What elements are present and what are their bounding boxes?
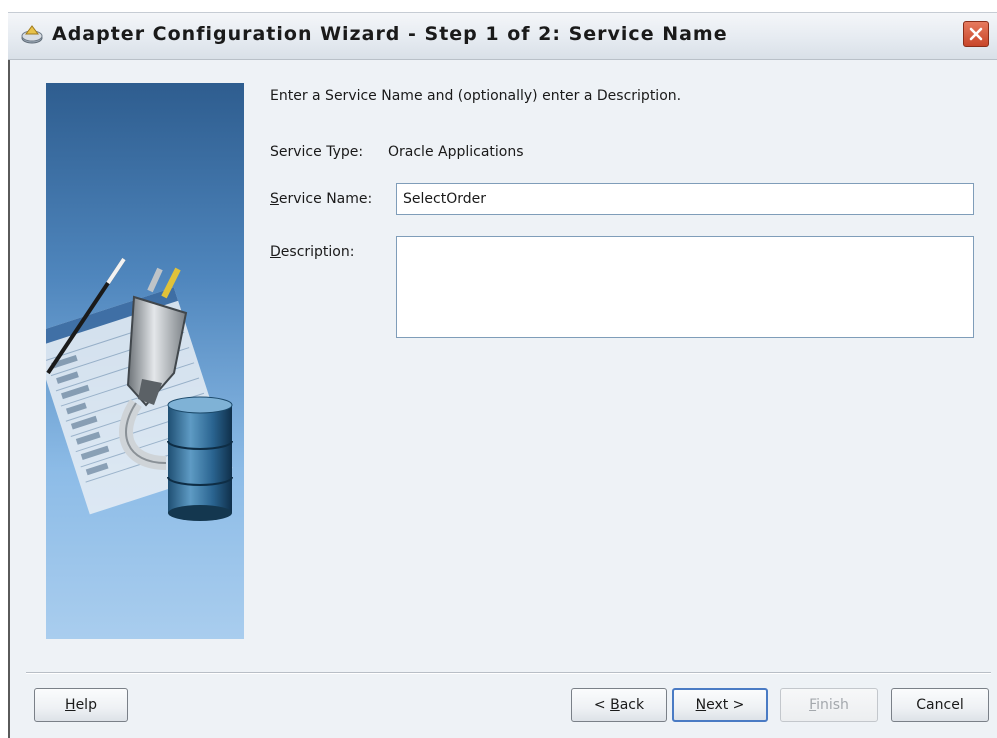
help-button-label: elp (75, 697, 97, 713)
description-label: Description: (270, 244, 354, 260)
help-button[interactable]: Help (34, 688, 128, 722)
intro-text: Enter a Service Name and (optionally) en… (270, 88, 682, 104)
window-title: Adapter Configuration Wizard - Step 1 of… (52, 23, 728, 45)
close-icon (969, 27, 983, 41)
service-type-value: Oracle Applications (388, 144, 524, 160)
service-type-label: Service Type: (270, 144, 364, 160)
next-button-label: ext > (706, 697, 745, 713)
next-button[interactable]: Next > (672, 688, 768, 722)
wizard-content: Enter a Service Name and (optionally) en… (8, 60, 997, 738)
service-name-label-mnemonic: S (270, 191, 279, 207)
wizard-window: Adapter Configuration Wizard - Step 1 of… (0, 0, 997, 738)
cancel-button[interactable]: Cancel (891, 688, 989, 722)
back-button-mnemonic: B (610, 697, 620, 713)
finish-button-label: inish (816, 697, 849, 713)
wizard-icon (20, 23, 44, 47)
description-input[interactable] (396, 236, 974, 338)
service-name-label-text: ervice Name: (278, 191, 373, 207)
finish-button: Finish (780, 688, 878, 722)
next-button-mnemonic: N (695, 697, 707, 713)
back-button-prefix: < (593, 697, 611, 713)
back-button[interactable]: < Back (571, 688, 667, 722)
title-bar: Adapter Configuration Wizard - Step 1 of… (8, 12, 997, 60)
service-name-input[interactable] (396, 183, 974, 215)
close-button[interactable] (963, 21, 989, 47)
back-button-label: ack (619, 697, 645, 713)
description-label-text: escription: (280, 244, 355, 260)
adapter-plug-database-graphic (46, 83, 244, 639)
service-name-label: Service Name: (270, 191, 372, 207)
help-button-mnemonic: H (65, 697, 76, 713)
description-label-mnemonic: D (270, 244, 281, 260)
button-bar-separator (26, 672, 991, 674)
